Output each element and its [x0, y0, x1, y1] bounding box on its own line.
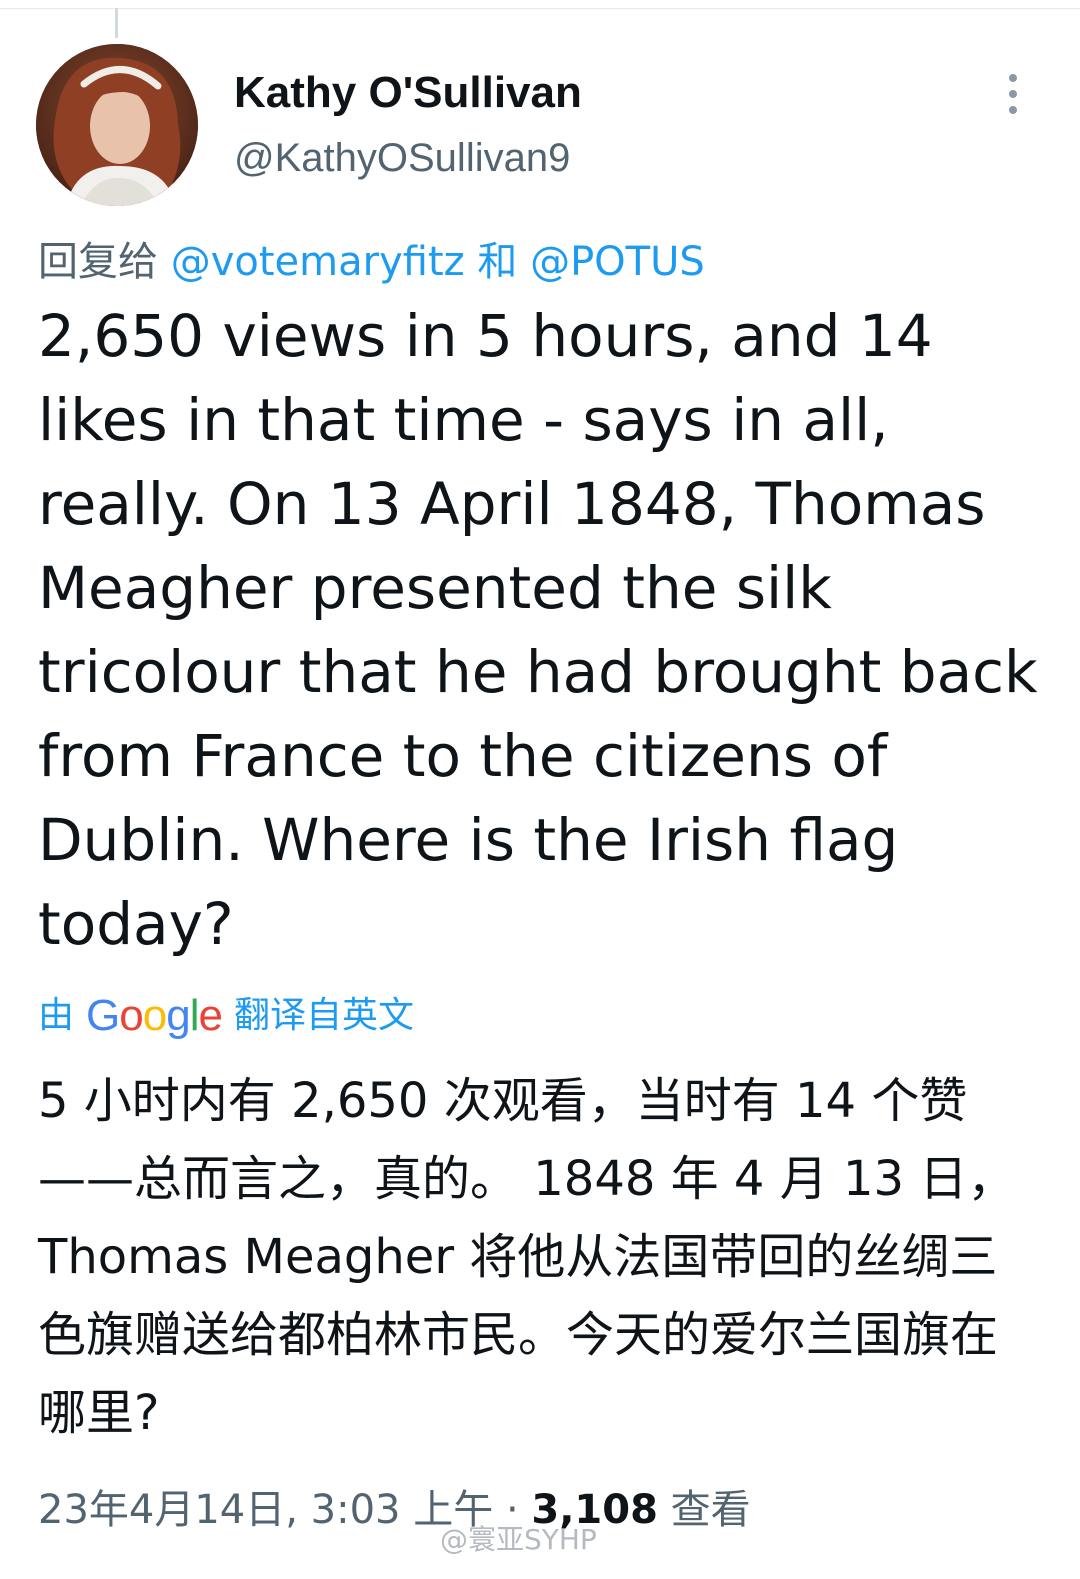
- views-label: 查看: [670, 1487, 751, 1533]
- more-dot: [1009, 90, 1017, 98]
- tweet-text: 2,650 views in 5 hours, and 14 likes in …: [38, 302, 1038, 958]
- more-dot: [1009, 106, 1017, 114]
- reply-prefix: 回复给: [38, 239, 158, 285]
- translated-text: 5 小时内有 2,650 次观看，当时有 14 个赞——总而言之，真的。 184…: [38, 1073, 1016, 1441]
- mention-votemaryfitz[interactable]: @votemaryfitz: [171, 239, 465, 285]
- watermark: @寰亚SYHP: [440, 1523, 597, 1556]
- tweet-meta: 23年4月14日, 3:03 上午 · 3,108 查看: [38, 1482, 751, 1538]
- translate-suffix: 翻译自英文: [233, 995, 414, 1036]
- translation-attribution: 由 Google 翻译自英文: [38, 990, 414, 1042]
- more-vertical-icon[interactable]: [996, 66, 1030, 122]
- translate-prefix: 由: [38, 995, 75, 1036]
- avatar[interactable]: [36, 44, 198, 206]
- author-name[interactable]: Kathy O'Sullivan: [234, 66, 582, 120]
- google-logo: Google: [86, 991, 223, 1040]
- top-divider: [0, 8, 1080, 9]
- thread-connector-line: [115, 8, 118, 38]
- author-handle[interactable]: @KathyOSullivan9: [234, 132, 570, 184]
- mention-potus[interactable]: @POTUS: [530, 239, 705, 285]
- more-dot: [1009, 74, 1017, 82]
- reply-joiner: 和: [477, 239, 518, 285]
- avatar-image: [36, 44, 198, 206]
- reply-context: 回复给 @votemaryfitz 和 @POTUS: [38, 236, 705, 288]
- timestamp[interactable]: 23年4月14日, 3:03 上午: [38, 1487, 493, 1533]
